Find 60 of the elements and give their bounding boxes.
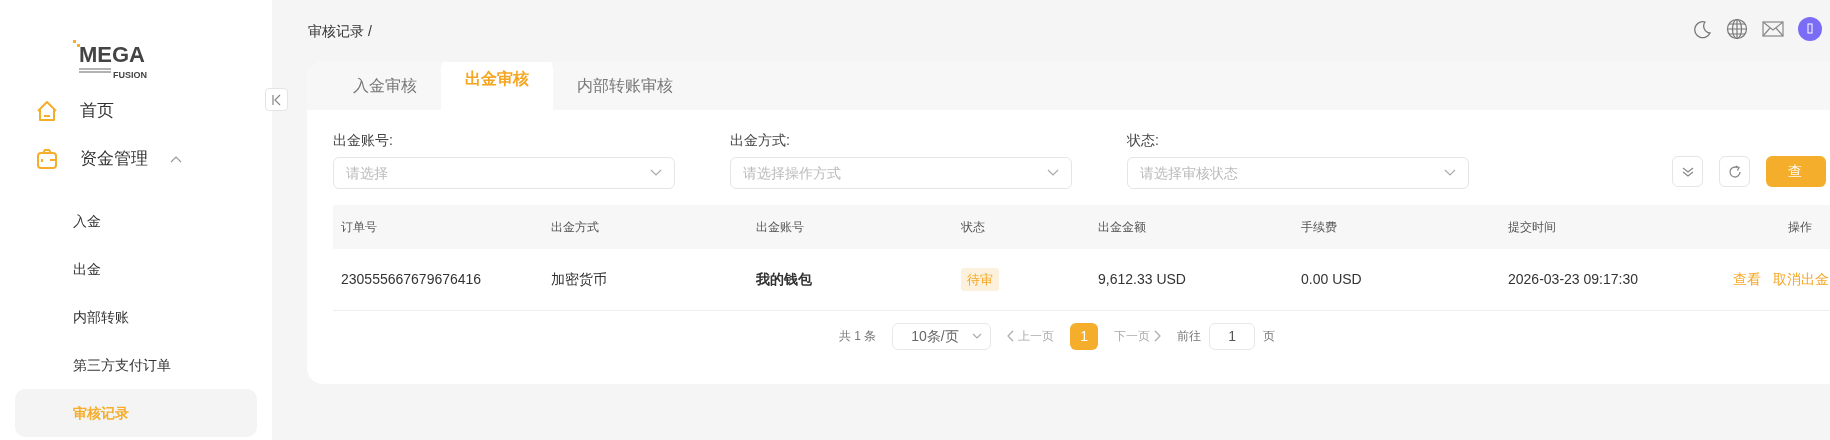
page-number[interactable]: 1 xyxy=(1070,322,1099,350)
submenu-item[interactable]: 第三方支付订单 xyxy=(15,341,257,389)
tab[interactable]: 内部转账审核 xyxy=(553,62,697,110)
globe-icon[interactable] xyxy=(1726,18,1748,40)
column-header: 出金金额 xyxy=(1098,219,1146,236)
table-cell-text: 2026-03-23 09:17:30 xyxy=(1508,270,1638,289)
expand-button[interactable] xyxy=(1672,156,1703,187)
action-link[interactable]: 取消出金 xyxy=(1773,269,1829,290)
double-chevron-icon xyxy=(1681,165,1694,178)
table-cell-text: 加密货币 xyxy=(551,270,607,289)
action-link[interactable]: 查看 xyxy=(1733,269,1761,290)
table-cell-text: 9,612.33 USD xyxy=(1098,270,1186,289)
collapse-button[interactable] xyxy=(265,88,288,111)
submenu-item[interactable]: 内部转账 xyxy=(15,293,257,341)
chevron-right-icon xyxy=(1154,330,1162,342)
page-input[interactable]: 1 xyxy=(1209,322,1256,350)
submenu-item[interactable]: 出金 xyxy=(15,245,257,293)
column-header: 操作 xyxy=(1788,219,1812,236)
filter-label: 状态: xyxy=(1127,131,1160,150)
goto-label: 前往 xyxy=(1177,328,1202,345)
filter-label: 出金账号: xyxy=(333,131,394,150)
logo: MEGA FUSION xyxy=(71,38,161,82)
menu-item[interactable]: 资金管理 xyxy=(0,135,252,183)
collapse-icon xyxy=(271,93,282,106)
avatar[interactable] xyxy=(1798,17,1822,41)
menu-item[interactable]: 首页 xyxy=(0,87,252,135)
breadcrumb: 审核记录 / xyxy=(308,21,372,41)
chevron-down-icon xyxy=(1047,169,1059,177)
select-field[interactable]: 请选择审核状态 xyxy=(1127,157,1469,189)
status-tag: 待审 xyxy=(961,267,999,292)
select-field[interactable]: 请选择操作方式 xyxy=(730,157,1072,189)
select-field[interactable]: 请选择 xyxy=(333,157,675,189)
chevron-down-icon xyxy=(1444,169,1456,177)
table-cell-text: 我的钱包 xyxy=(756,270,812,289)
moon-icon[interactable] xyxy=(1692,19,1712,39)
mail-icon[interactable] xyxy=(1762,21,1784,37)
submenu-item[interactable]: 入金 xyxy=(15,197,257,245)
column-header: 状态 xyxy=(961,219,985,236)
tab[interactable]: 入金审核 xyxy=(329,62,441,110)
page-suffix: 页 xyxy=(1263,328,1276,345)
home-icon xyxy=(36,100,58,122)
filter-label: 出金方式: xyxy=(730,131,791,150)
total-count: 共 1 条 xyxy=(838,328,877,345)
wallet-icon xyxy=(36,148,58,170)
table-cell-text: 230555667679676416 xyxy=(341,270,482,289)
chevron-down-icon xyxy=(972,333,983,339)
column-header: 出金账号 xyxy=(756,219,804,236)
chevron-left-icon xyxy=(1007,330,1015,342)
column-header: 订单号 xyxy=(341,219,377,236)
column-header: 出金方式 xyxy=(551,219,599,236)
submenu-item[interactable]: 审核记录 xyxy=(15,389,257,437)
table-cell-text: 0.00 USD xyxy=(1301,270,1362,289)
column-header: 手续费 xyxy=(1301,219,1337,236)
tab[interactable]: 出金审核 xyxy=(441,62,553,110)
refresh-icon xyxy=(1727,164,1742,179)
query-button[interactable]: 查 xyxy=(1766,156,1826,187)
chevron-down-icon xyxy=(650,169,662,177)
column-header: 提交时间 xyxy=(1508,219,1556,236)
refresh-button[interactable] xyxy=(1719,156,1750,187)
page-size-select[interactable]: 10条/页 xyxy=(892,322,992,350)
